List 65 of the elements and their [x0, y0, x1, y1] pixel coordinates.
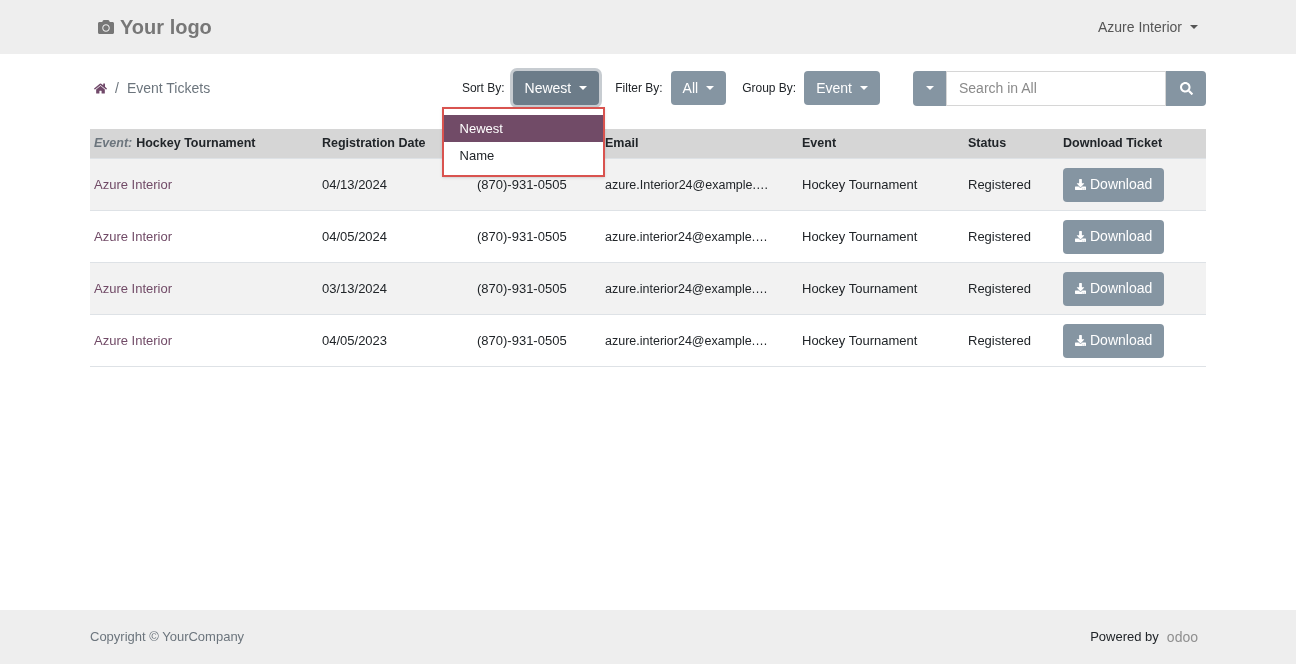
table-cell: azure.interior24@example.…: [605, 281, 768, 296]
table-cell: 04/13/2024: [322, 176, 388, 192]
table-cell: Hockey Tournament: [802, 280, 918, 296]
group-heading: Hockey Tournament: [136, 135, 256, 153]
search-button[interactable]: [1166, 70, 1206, 106]
menu-item[interactable]: Name: [443, 142, 603, 169]
download-icon: [1075, 335, 1086, 346]
table-cell: (870)-931-0505: [477, 228, 567, 244]
sort-label: Sort By:: [461, 80, 505, 97]
download-button[interactable]: Download: [1063, 167, 1165, 202]
table-cell: 04/05/2023: [322, 332, 388, 348]
table-cell: azure.interior24@example.…: [605, 333, 768, 348]
caret-icon: [706, 86, 715, 90]
logo-text[interactable]: Your logo: [120, 12, 212, 42]
user-menu[interactable]: Azure Interior: [1097, 16, 1198, 38]
table-cell: Registered: [968, 280, 1031, 296]
filter-dropdown[interactable]: All: [670, 71, 727, 105]
breadcrumb-separator: /: [115, 78, 119, 98]
group-prefix: Event:: [94, 135, 133, 153]
column-header: Event: [802, 135, 837, 153]
brand-logo[interactable]: odoo: [1166, 626, 1198, 648]
table-cell: Hockey Tournament: [802, 228, 918, 244]
home-icon[interactable]: [94, 81, 107, 95]
attendee-link[interactable]: Azure Interior: [94, 280, 173, 296]
search-scope-button[interactable]: [913, 70, 946, 106]
camera-icon: [98, 19, 114, 35]
download-icon: [1075, 231, 1086, 242]
attendee-link[interactable]: Azure Interior: [94, 228, 173, 244]
search-icon: [1179, 81, 1193, 95]
download-button[interactable]: Download: [1063, 323, 1165, 358]
caret-icon: [860, 86, 868, 90]
table-cell: Hockey Tournament: [802, 332, 918, 348]
column-header: Status: [968, 135, 1007, 153]
search-field[interactable]: Search in All: [946, 70, 1166, 106]
menu-item[interactable]: Newest: [443, 115, 603, 142]
breadcrumb-item: Event Tickets: [126, 78, 211, 98]
copyright-text: Copyright © YourCompany: [90, 628, 245, 647]
table-cell: (870)-931-0505: [477, 332, 567, 348]
table-cell: 03/13/2024: [322, 280, 388, 296]
filter-label: Filter By:: [615, 80, 663, 97]
caret-icon: [1190, 25, 1198, 29]
download-icon: [1075, 283, 1086, 294]
table-cell: Hockey Tournament: [802, 176, 918, 192]
table-cell: azure.Interior24@example.…: [605, 177, 769, 192]
attendee-link[interactable]: Azure Interior: [94, 176, 173, 192]
sort-dropdown[interactable]: Newest: [512, 71, 600, 105]
table-cell: Registered: [968, 228, 1031, 244]
table-cell: Registered: [968, 176, 1031, 192]
group-dropdown[interactable]: Event: [804, 71, 880, 105]
table-cell: azure.interior24@example.…: [605, 229, 768, 244]
download-button[interactable]: Download: [1063, 271, 1165, 306]
caret-icon: [925, 86, 934, 90]
powered-by-text: Powered by: [1090, 628, 1159, 647]
table-cell: Registered: [968, 332, 1031, 348]
download-button[interactable]: Download: [1063, 219, 1165, 254]
attendee-link[interactable]: Azure Interior: [94, 332, 173, 348]
group-label: Group By:: [742, 80, 797, 97]
table-cell: (870)-931-0505: [477, 280, 567, 296]
column-header: Registration Date: [322, 135, 426, 153]
column-header: Download Ticket: [1063, 135, 1163, 153]
table-cell: (870)-931-0505: [477, 176, 567, 192]
caret-icon: [579, 86, 588, 90]
table-cell: 04/05/2024: [322, 228, 388, 244]
download-icon: [1075, 179, 1086, 190]
column-header: Email: [605, 135, 639, 153]
